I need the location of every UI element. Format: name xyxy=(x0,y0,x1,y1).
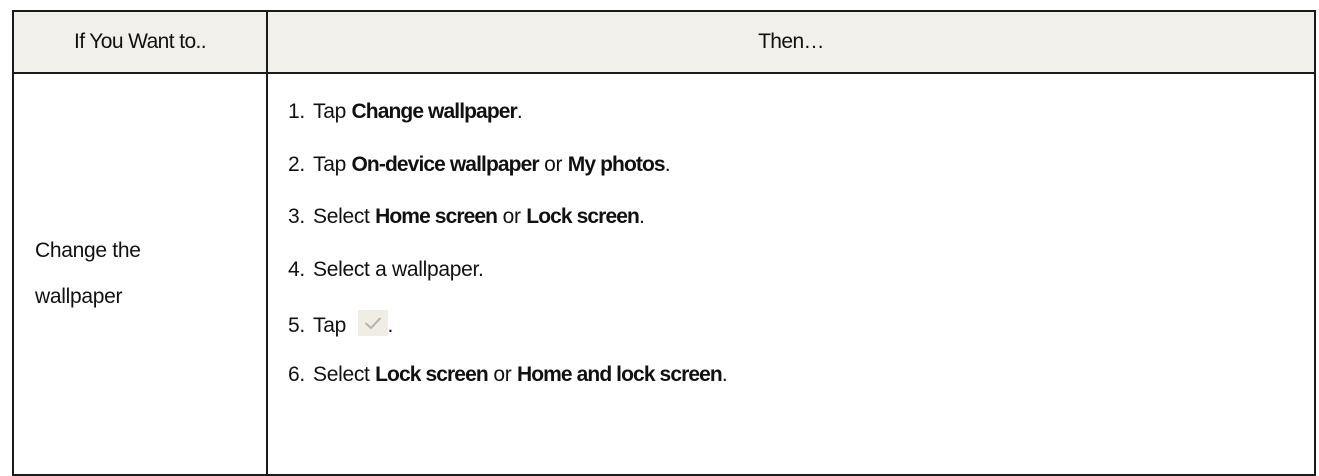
step-text: Select xyxy=(313,205,376,229)
step-ui-label: Lock screen xyxy=(375,362,489,386)
step-number: 3. xyxy=(288,205,305,229)
want-text-line: Change the xyxy=(35,239,141,262)
step-ui-label: My photos xyxy=(567,152,666,176)
step-text: . xyxy=(664,152,671,176)
step-text: . xyxy=(638,205,645,229)
step-item: 5. Tap . xyxy=(288,310,1314,363)
step-number: 5. xyxy=(288,314,305,338)
header-if-you-want: If You Want to.. xyxy=(12,10,268,74)
step-text: Select xyxy=(313,362,376,386)
step-ui-label: On-device wallpaper xyxy=(351,152,540,176)
table-row: Change the wallpaper 1. Tap Change wallpa… xyxy=(12,72,1316,476)
step-ui-label: Change wallpaper xyxy=(351,100,518,123)
header-then: Then… xyxy=(266,10,1316,74)
step-text: Select a wallpaper. xyxy=(313,257,484,281)
step-ui-label: Home and lock screen xyxy=(516,362,723,386)
step-item: 4. Select a wallpaper. xyxy=(288,258,1314,311)
step-text: or xyxy=(497,205,527,229)
want-cell: Change the wallpaper xyxy=(12,72,268,476)
step-item: 2. Tap On-device wallpaper or My photos. xyxy=(288,153,1314,206)
checkmark-icon xyxy=(357,310,388,337)
then-cell: 1. Tap Change wallpaper. 2. Tap On-device … xyxy=(266,72,1316,476)
step-text: Tap xyxy=(313,152,352,176)
step-text: . xyxy=(516,100,523,123)
step-ui-label: Lock screen xyxy=(526,205,640,229)
step-item: 1. Tap Change wallpaper. xyxy=(288,100,1314,153)
step-number: 6. xyxy=(288,362,305,386)
step-text: Tap xyxy=(313,100,352,123)
steps-list: 1. Tap Change wallpaper. 2. Tap On-device … xyxy=(288,100,1314,416)
step-text: . xyxy=(721,362,728,386)
step-text: . xyxy=(387,314,394,338)
step-text: or xyxy=(487,362,517,386)
step-number: 4. xyxy=(288,257,305,281)
wallpaper-instructions-table: If You Want to.. Then… Change the wallpa… xyxy=(12,10,1316,476)
step-item: 6. Select Lock screen or Home and lock sc… xyxy=(288,363,1314,416)
want-text-line: wallpaper xyxy=(35,285,123,308)
step-number: 1. xyxy=(288,100,305,123)
step-item: 3. Select Home screen or Lock screen. xyxy=(288,205,1314,258)
table-header-row: If You Want to.. Then… xyxy=(12,10,1316,74)
step-ui-label: Home screen xyxy=(375,205,498,229)
step-text: or xyxy=(538,152,568,176)
step-text: Tap xyxy=(313,314,352,338)
step-number: 2. xyxy=(288,152,305,176)
